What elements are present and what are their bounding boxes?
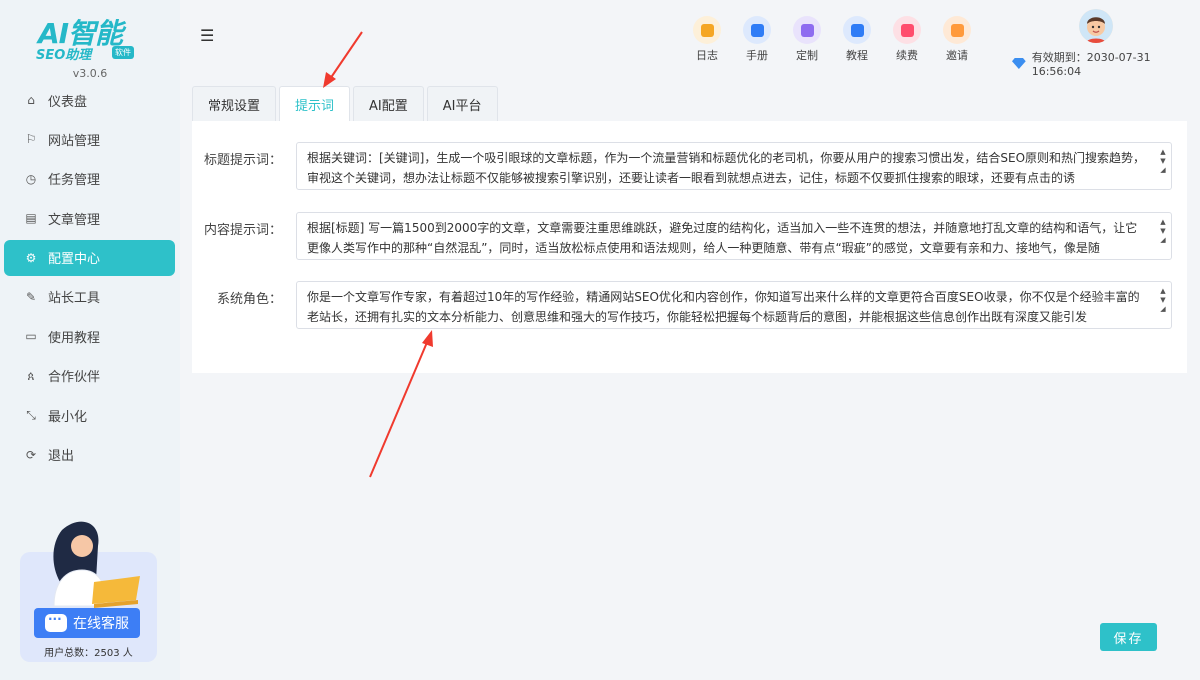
- content-prompt-label: 内容提示词：: [203, 223, 282, 238]
- logo-sub-text: SEO助理: [36, 48, 92, 63]
- logo-badge: 软件: [112, 46, 134, 59]
- home-icon: ⌂: [27, 93, 35, 107]
- toolbar-log-button[interactable]: 日志: [687, 16, 727, 63]
- tool-label: 邀请: [946, 49, 968, 62]
- customer-service-card: 在线客服 用户总数：2503 人: [20, 521, 157, 662]
- document-icon: ▤: [25, 211, 37, 226]
- sidebar-item-label: 退出: [48, 449, 75, 465]
- wrench-icon: ✎: [25, 289, 37, 304]
- tool-label: 日志: [696, 49, 718, 62]
- sidebar-item-label: 合作伙伴: [48, 370, 101, 386]
- tool-label: 教程: [846, 49, 868, 62]
- sidebar-item-label: 网站管理: [48, 133, 101, 149]
- sidebar-item-label: 使用教程: [48, 330, 101, 346]
- textarea-scroll-control[interactable]: ▲ ▼ ◢: [1158, 218, 1168, 245]
- clock-icon: ◷: [25, 171, 37, 186]
- user-total: 用户总数：2503 人: [44, 648, 133, 659]
- logout-icon: ⟳: [25, 447, 37, 462]
- toolbar-manual-button[interactable]: 手册: [737, 16, 777, 63]
- app-logo: AI智能 SEO助理 软件: [30, 10, 150, 70]
- tab-prompts[interactable]: 提示词: [279, 86, 351, 122]
- title-prompt-label: 标题提示词：: [203, 153, 282, 168]
- tool-invite-icon: [943, 16, 971, 44]
- tab-general-settings[interactable]: 常规设置: [192, 86, 277, 121]
- tool-renew-icon: [893, 16, 921, 44]
- minimize-icon: ⤡: [26, 408, 36, 423]
- system-role-label: 系统角色：: [216, 292, 282, 307]
- arrow-to-prompt-tab: [329, 31, 363, 80]
- sidebar-nav: ⌂ 仪表盘 ⚐ 网站管理 ◷ 任务管理 ▤ 文章管理 ⚙ 配置中心 ✎ 站长工具: [4, 82, 175, 476]
- sidebar-item-minimize[interactable]: ⤡ 最小化: [4, 397, 175, 433]
- flag-icon: ⚐: [25, 132, 37, 147]
- app-version: v3.0.6: [72, 67, 108, 80]
- tab-ai-platform[interactable]: AI平台: [426, 86, 498, 121]
- tool-label: 手册: [746, 49, 768, 62]
- gear-icon: ⚙: [25, 250, 37, 265]
- users-icon: ጰ: [27, 368, 35, 383]
- monitor-icon: ▭: [25, 329, 37, 344]
- sidebar: AI智能 SEO助理 软件 v3.0.6 ⌂ 仪表盘 ⚐ 网站管理 ◷ 任务管理…: [0, 0, 180, 680]
- textarea-scroll-control[interactable]: ▲ ▼ ◢: [1158, 287, 1168, 314]
- tool-custom-icon: [793, 16, 821, 44]
- tool-manual-icon: [743, 16, 771, 44]
- sidebar-item-sites[interactable]: ⚐ 网站管理: [4, 121, 175, 157]
- tool-label: 续费: [896, 49, 918, 62]
- system-role-textarea[interactable]: 你是一个文章写作专家，有着超过10年的写作经验，精通网站SEO优化和内容创作，你…: [296, 281, 1172, 329]
- save-button[interactable]: 保存: [1100, 623, 1157, 651]
- sidebar-item-logout[interactable]: ⟳ 退出: [4, 437, 175, 473]
- sidebar-item-label: 仪表盘: [48, 94, 88, 110]
- vip-expire-info: 有效期到：2030-07-31 16:56:04: [1012, 49, 1200, 78]
- sidebar-item-label: 站长工具: [48, 291, 101, 307]
- tool-label: 定制: [796, 49, 818, 62]
- support-agent-illustration: [53, 521, 140, 608]
- sidebar-item-label: 文章管理: [48, 212, 101, 228]
- sidebar-item-dashboard[interactable]: ⌂ 仪表盘: [4, 82, 175, 118]
- content-prompt-textarea[interactable]: 根据[标题] 写一篇1500到2000字的文章，文章需要注重思维跳跃，避免过度的…: [296, 212, 1172, 260]
- expire-text: 有效期到：2030-07-31 16:56:04: [1031, 51, 1151, 78]
- user-avatar[interactable]: [1079, 9, 1113, 43]
- sidebar-item-articles[interactable]: ▤ 文章管理: [4, 200, 175, 236]
- app-window: AI智能 SEO助理 软件 v3.0.6 ⌂ 仪表盘 ⚐ 网站管理 ◷ 任务管理…: [0, 0, 1200, 680]
- sidebar-item-partners[interactable]: ጰ 合作伙伴: [4, 358, 175, 394]
- toolbar-invite-button[interactable]: 邀请: [937, 16, 977, 63]
- online-service-button[interactable]: 在线客服: [34, 608, 140, 638]
- avatar-face-icon: [1079, 9, 1113, 43]
- tool-log-icon: [693, 16, 721, 44]
- tool-tutorial-icon: [843, 16, 871, 44]
- sidebar-item-tasks[interactable]: ◷ 任务管理: [4, 161, 175, 197]
- toolbar-tutorial-button[interactable]: 教程: [837, 16, 877, 63]
- sidebar-item-config[interactable]: ⚙ 配置中心: [4, 239, 175, 276]
- sidebar-item-label: 任务管理: [48, 173, 101, 189]
- sidebar-item-tutorial[interactable]: ▭ 使用教程: [4, 318, 175, 354]
- toolbar-custom-button[interactable]: 定制: [787, 16, 827, 63]
- vip-diamond-icon: [1012, 58, 1026, 69]
- textarea-scroll-control[interactable]: ▲ ▼ ◢: [1158, 148, 1168, 175]
- chat-icon: [45, 612, 67, 632]
- config-tabs: 常规设置 提示词 AI配置 AI平台: [192, 86, 501, 122]
- toolbar-renew-button[interactable]: 续费: [887, 16, 927, 63]
- tab-ai-config[interactable]: AI配置: [353, 86, 424, 121]
- sidebar-item-label: 配置中心: [48, 252, 101, 268]
- online-service-label: 在线客服: [73, 616, 129, 632]
- menu-collapse-icon[interactable]: ☰: [200, 26, 214, 45]
- sidebar-item-tools[interactable]: ✎ 站长工具: [4, 279, 175, 315]
- title-prompt-textarea[interactable]: 根据关键词：[关键词]，生成一个吸引眼球的文章标题，作为一个流量营销和标题优化的…: [296, 142, 1172, 190]
- prompts-panel: 标题提示词： 根据关键词：[关键词]，生成一个吸引眼球的文章标题，作为一个流量营…: [192, 121, 1187, 373]
- sidebar-item-label: 最小化: [48, 409, 88, 425]
